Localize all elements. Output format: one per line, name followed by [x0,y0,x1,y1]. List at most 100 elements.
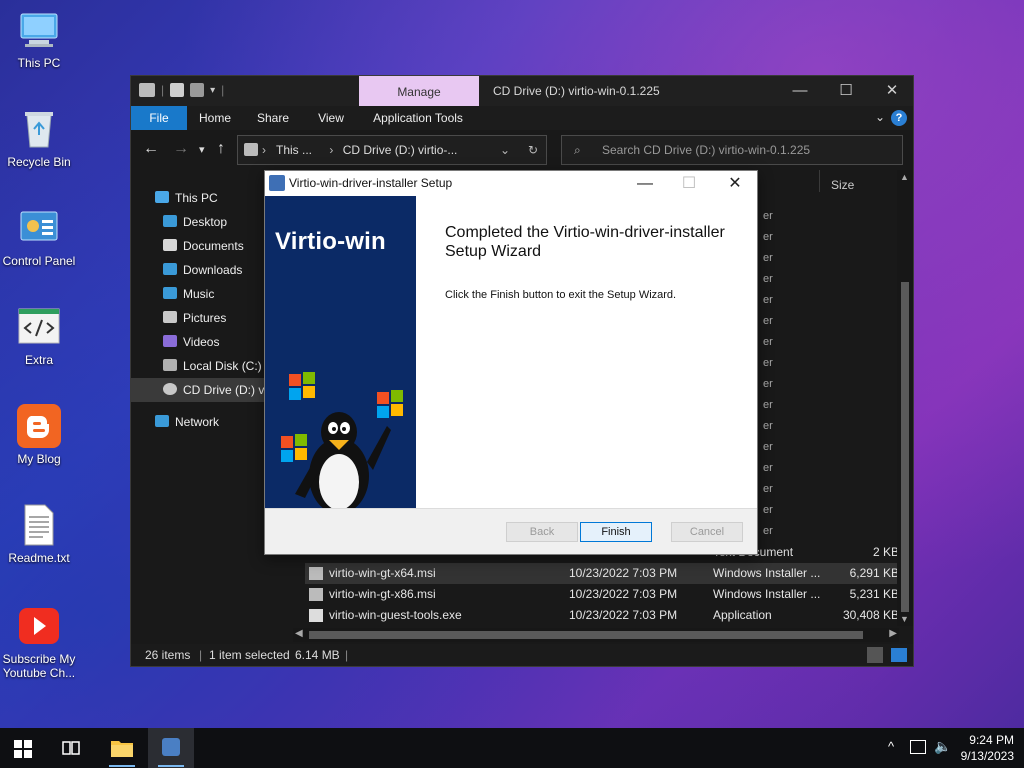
active-indicator [109,765,135,767]
desktop-icon-control-panel[interactable]: Control Panel [0,206,78,268]
tab-manage[interactable]: Manage [359,76,479,106]
clock-date: 9/13/2023 [960,749,1014,763]
videos-icon [163,335,177,347]
status-bar: 26 items | 1 item selected 6.14 MB | [131,644,913,666]
code-file-icon [17,305,61,349]
sidebar-item-label: Network [175,415,220,429]
large-icons-view-icon[interactable] [891,648,907,662]
desktop-icon-label: This PC [17,56,61,70]
address-bar[interactable]: › This ... › CD Drive (D:) virtio-... ⌄ … [237,135,547,165]
sidebar-item-downloads[interactable]: Downloads [131,258,281,282]
status-item-count: 26 items [145,648,191,662]
recent-locations-icon[interactable]: ▾ [199,143,205,156]
tab-view[interactable]: View [303,106,359,130]
row-marker: er [763,210,773,222]
folder-properties-icon[interactable] [139,83,155,97]
sidebar-item-local-disk[interactable]: Local Disk (C:) [131,354,281,378]
windows-logo-icon [289,372,315,400]
table-row[interactable]: virtio-win-guest-tools.exe 10/23/2022 7:… [305,605,901,626]
file-explorer-taskbar-icon[interactable] [110,738,134,761]
desktop-icon-label: Recycle Bin [7,155,71,169]
sidebar-item-desktop[interactable]: Desktop [131,210,281,234]
desktop-icon-recycle-bin[interactable]: Recycle Bin [0,107,78,169]
forward-arrow-icon[interactable]: → [173,140,189,158]
banner-brand: Virtio-win [275,228,386,255]
file-date: 10/23/2022 7:03 PM [569,587,678,601]
finish-button[interactable]: Finish [580,522,652,542]
chevron-up-icon[interactable]: ^ [888,739,894,754]
volume-muted-icon[interactable]: 🔈 [934,738,951,755]
wizard-footer: Back Finish Cancel [265,508,757,554]
file-type: Windows Installer ... [713,566,821,580]
windows-start-icon[interactable] [14,740,32,761]
tab-application-tools[interactable]: Application Tools [363,106,473,130]
sidebar-item-cd-drive[interactable]: CD Drive (D:) vi [131,378,281,402]
file-name: virtio-win-gt-x86.msi [329,587,436,601]
scroll-up-icon[interactable]: ▲ [900,172,909,182]
address-dropdown-icon[interactable]: ⌄ [500,136,510,164]
sidebar-item-label: Videos [183,335,220,349]
back-button: Back [506,522,578,542]
dialog-close-button[interactable]: ✕ [715,173,755,195]
new-folder-icon[interactable] [190,83,205,97]
row-marker: er [763,231,773,243]
music-note-icon [163,287,177,299]
sidebar-item-label: CD Drive (D:) vi [183,383,267,397]
system-clock[interactable]: 9:24 PM 9/13/2023 [961,732,1014,764]
installer-taskbar-button[interactable] [148,728,194,768]
file-size: 6,291 KB [849,566,899,580]
active-indicator [158,765,184,767]
sidebar-item-this-pc[interactable]: This PC [131,186,281,210]
back-arrow-icon[interactable]: ← [143,140,159,158]
breadcrumb-this-pc[interactable]: This ... [276,143,312,157]
horizontal-scrollbar[interactable]: ◀ ▶ [293,628,899,642]
customize-toolbar-icon[interactable]: ▾ [210,85,215,96]
close-button[interactable]: ✕ [869,80,915,102]
refresh-icon[interactable]: ↻ [528,136,538,164]
scroll-down-icon[interactable]: ▼ [900,614,909,624]
penguin-mascot-icon [281,372,403,508]
sidebar-item-videos[interactable]: Videos [131,330,281,354]
column-header-size[interactable]: Size [831,178,854,192]
sidebar-item-network[interactable]: Network [131,410,281,434]
scroll-left-icon[interactable]: ◀ [295,628,303,639]
scrollbar-thumb[interactable] [309,631,863,639]
help-icon[interactable]: ? [891,110,907,126]
breadcrumb-cd-drive[interactable]: CD Drive (D:) virtio-... [343,143,458,157]
documents-icon [163,239,177,251]
network-icon[interactable] [910,740,926,754]
maximize-button[interactable]: ☐ [823,80,869,102]
tab-home[interactable]: Home [187,106,243,130]
sidebar-item-pictures[interactable]: Pictures [131,306,281,330]
chevron-down-icon[interactable]: ⌄ [875,110,885,124]
desktop-icon-this-pc[interactable]: This PC [0,8,78,70]
vertical-scrollbar[interactable]: ▲ ▼ [897,170,913,626]
scroll-right-icon[interactable]: ▶ [889,628,897,639]
table-row[interactable]: virtio-win-gt-x64.msi 10/23/2022 7:03 PM… [305,563,901,584]
tab-file[interactable]: File [131,106,187,130]
recycle-bin-icon [17,107,61,151]
desktop-icon-my-blog[interactable]: My Blog [0,404,78,466]
dialog-minimize-button[interactable]: — [625,173,665,195]
taskbar: ^ 🔈 9:24 PM 9/13/2023 [0,728,1024,768]
scrollbar-thumb[interactable] [901,282,909,612]
sidebar-item-music[interactable]: Music [131,282,281,306]
tab-share[interactable]: Share [245,106,301,130]
up-arrow-icon[interactable]: ↑ [217,140,225,158]
minimize-button[interactable]: — [777,80,823,102]
properties-icon[interactable] [170,83,185,97]
desktop-icon-readme[interactable]: Readme.txt [0,503,78,565]
row-marker: er [763,336,773,348]
search-box[interactable]: ⌕ Search CD Drive (D:) virtio-win-0.1.22… [561,135,903,165]
wizard-body-text: Click the Finish button to exit the Setu… [445,289,677,301]
ribbon-tabs: File Home Share View Application Tools ⌄… [131,106,913,130]
installer-icon [269,175,285,191]
desktop-icon-youtube[interactable]: Subscribe My Youtube Ch... [0,604,78,680]
msi-file-icon [309,588,323,601]
details-view-icon[interactable] [867,647,883,663]
sidebar-item-documents[interactable]: Documents [131,234,281,258]
desktop-icon-extra[interactable]: Extra [0,305,78,367]
explorer-title-bar: | ▾ | Manage CD Drive (D:) virtio-win-0.… [131,76,913,106]
task-view-icon[interactable] [62,740,80,759]
table-row[interactable]: virtio-win-gt-x86.msi 10/23/2022 7:03 PM… [305,584,901,605]
